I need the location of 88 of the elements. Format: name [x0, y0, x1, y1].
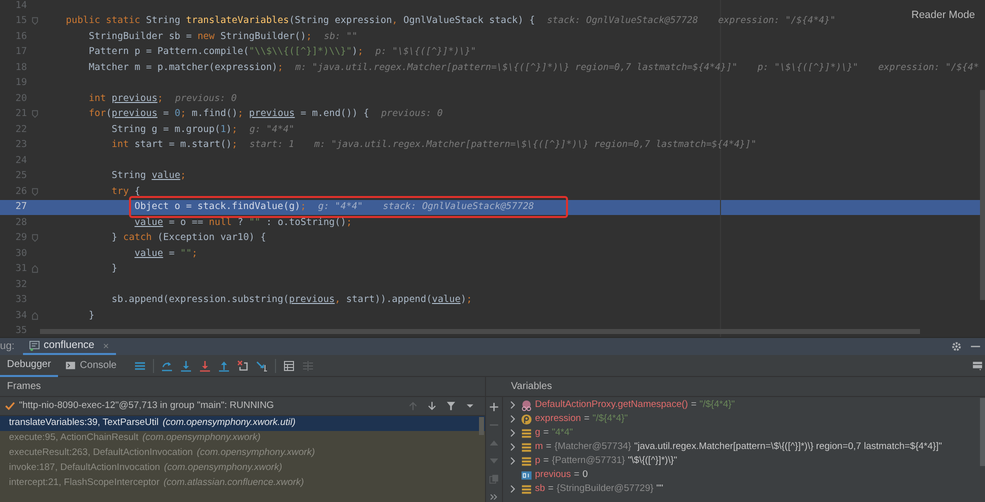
stack-icon: [521, 484, 532, 494]
fold-marker-icon[interactable]: [30, 233, 40, 244]
code-line: int previous;: [88, 92, 164, 106]
code-line: int start = m.start();: [112, 138, 238, 152]
check-icon: [5, 401, 15, 411]
list-icon[interactable]: [134, 360, 146, 372]
code-line: StringBuilder sb = new StringBuilder();: [88, 30, 312, 44]
code-line: value = o == null ? "" : o.toString();: [134, 216, 352, 230]
filter-icon[interactable]: [446, 401, 456, 411]
inline-value-hint: previous: 0: [175, 92, 237, 106]
pane-title: Variables: [511, 380, 552, 394]
code-line: value = "";: [134, 246, 198, 261]
inline-value-hint: g: "4*4": [250, 122, 294, 137]
inline-value-hint: g: "4*4": [318, 200, 363, 214]
view-tab[interactable]: Debugger: [0, 354, 58, 376]
reader-mode-button[interactable]: Reader Mode: [911, 8, 975, 24]
fold-marker-icon[interactable]: [30, 310, 40, 321]
inline-value-hint: expression: "/${4*4}": [718, 14, 836, 28]
thread-selector[interactable]: "http-nio-8090-exec-12"@57,713 in group "main": RUNNING: [19, 398, 274, 414]
table-icon[interactable]: [282, 360, 295, 372]
parameter-icon: [521, 414, 532, 424]
variable-entry[interactable]: p = {Pattern@57731} "\$\{([^}]*)\}": [535, 454, 678, 468]
fold-marker-icon[interactable]: [30, 186, 40, 197]
up-arrow-icon[interactable]: [408, 401, 418, 411]
up-arrow-icon[interactable]: [218, 360, 230, 372]
code-line: }: [88, 308, 94, 323]
scrollbar[interactable]: [980, 398, 985, 466]
code-line: sb.append(expression.substring(previous, start)).append(value);: [112, 293, 472, 308]
plus-icon[interactable]: [489, 402, 499, 412]
down-arrow-icon[interactable]: [180, 360, 192, 372]
code-line: try {: [112, 184, 140, 199]
stack-icon: [521, 442, 532, 452]
window-icon: [28, 340, 40, 351]
cross-frame-icon[interactable]: [236, 360, 249, 372]
stack-frame[interactable]: translateVariables:39, TextParseUtil (com.opensymphony.xwork.util): [0, 416, 485, 431]
code-line: Object o = stack.findValue(g);: [134, 200, 306, 214]
watch-icon: [521, 400, 532, 410]
variable-entry[interactable]: expression = "/${4*4}": [535, 412, 628, 426]
code-line: Matcher m = p.matcher(expression);: [88, 60, 284, 75]
code-line: String value;: [112, 169, 186, 184]
inline-value-hint: p: "\$\{([^}]*)\}": [757, 60, 858, 75]
square-icon: [521, 470, 532, 480]
grid-icon[interactable]: [302, 360, 314, 372]
inline-value-hint: expression: "/${4*: [878, 60, 979, 75]
code-line: } catch (Exception var10) {: [112, 231, 266, 246]
stack-icon: [521, 456, 532, 466]
variable-entry[interactable]: sb = {StringBuilder@57729} "": [535, 482, 664, 496]
inline-value-hint: start: 1: [250, 138, 294, 152]
panel-label: ug:: [0, 338, 16, 354]
double-chevron-icon[interactable]: [489, 492, 499, 502]
pane-title: Frames: [7, 380, 41, 394]
close-icon[interactable]: [102, 342, 110, 350]
inline-value-hint: sb: "": [324, 30, 358, 44]
variable-entry[interactable]: DefaultActionProxy.getNamespace() = "/${4*4}": [535, 398, 735, 412]
stack-icon: [521, 428, 532, 438]
inline-value-hint: m: "java.util.regex.Matcher[pattern=\$\{([^}]*)\} region=0,7 lastmatch=${4*4}]": [314, 138, 756, 152]
curved-arrow-icon[interactable]: [160, 360, 173, 372]
copy-icon[interactable]: [489, 474, 499, 484]
horizontal-scrollbar[interactable]: [40, 329, 920, 334]
layout-icon[interactable]: [972, 360, 983, 371]
inline-value-hint: stack: OgnlValueStack@57728: [382, 200, 534, 214]
down-arrow-icon[interactable]: [427, 401, 437, 411]
cursor-arrow-icon[interactable]: [256, 360, 268, 372]
view-tab[interactable]: Console: [58, 354, 124, 376]
variable-entry[interactable]: previous = 0: [535, 468, 588, 482]
vertical-scrollbar[interactable]: [980, 90, 985, 300]
inline-value-hint: m: "java.util.regex.Matcher[pattern=\$\{([^}]*)\} region=0,7 lastmatch=${4*4}]": [295, 60, 738, 75]
up-triangle-icon[interactable]: [489, 438, 499, 448]
code-line: public static String translateVariables(String expression, OgnlValueStack stack) {: [66, 14, 535, 28]
line-number: 27: [14, 200, 27, 214]
fold-marker-icon[interactable]: [30, 264, 40, 274]
terminal-icon: [64, 360, 76, 371]
inline-value-hint: previous: 0: [381, 107, 443, 122]
fold-marker-icon[interactable]: [30, 16, 40, 26]
code-line: for(previous = 0; m.find(); previous = m.end()) {: [88, 107, 370, 122]
settings-icon[interactable]: [951, 341, 962, 352]
down-arrow-icon[interactable]: [198, 360, 211, 372]
variable-entry[interactable]: m = {Matcher@57734} "java.util.regex.Matcher[pattern=\$\{([^}]*)\} region=0,7 lastmatch=${4*4}]": [535, 440, 942, 454]
scrollbar[interactable]: [479, 417, 484, 435]
fold-marker-icon[interactable]: [30, 109, 40, 120]
code-line: String g = m.group(1);: [112, 122, 238, 137]
inline-value-hint: stack: OgnlValueStack@57728: [546, 14, 698, 28]
down-triangle-icon[interactable]: [489, 456, 499, 466]
code-line: }: [112, 262, 118, 276]
session-tab[interactable]: confluence: [22, 338, 116, 355]
inline-value-hint: p: "\$\{([^}]*)\}": [375, 45, 476, 60]
code-line: Pattern p = Pattern.compile("\\$\\{([^}]*)\\}");: [88, 45, 364, 60]
variable-entry[interactable]: g = "4*4": [535, 426, 573, 440]
